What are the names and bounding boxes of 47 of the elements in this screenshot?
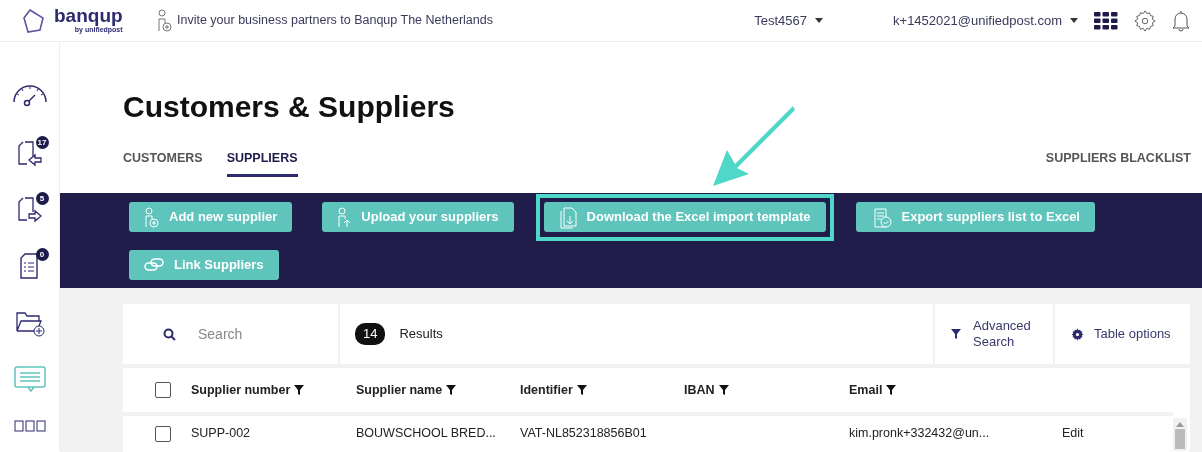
column-header[interactable]: Email: [849, 382, 883, 397]
filter-icon[interactable]: [294, 385, 305, 396]
bell-icon[interactable]: [1172, 9, 1190, 32]
table-cell: SUPP-002: [191, 426, 251, 441]
file-download-icon: [558, 205, 577, 229]
results-count: 14: [355, 323, 386, 345]
results-label: Results: [399, 325, 443, 344]
caret-icon: [1070, 18, 1078, 23]
row-checkbox[interactable]: [155, 425, 171, 442]
edit-link[interactable]: Edit: [1062, 426, 1084, 441]
table-cell: BOUWSCHOOL BRED...: [356, 426, 496, 441]
company-dropdown[interactable]: Test4567: [754, 10, 808, 31]
count-badge: 0: [35, 248, 49, 262]
person-upload-icon: [337, 206, 352, 228]
column-header[interactable]: Supplier name: [356, 382, 443, 397]
column-header[interactable]: Supplier number: [191, 382, 291, 397]
logo-text: banqup: [54, 5, 123, 25]
filter-icon[interactable]: [576, 385, 587, 396]
count-badge: 17: [35, 136, 49, 150]
tab[interactable]: CUSTOMERS: [123, 145, 203, 177]
blacklist-link[interactable]: SUPPLIERS BLACKLIST: [1045, 145, 1191, 177]
select-all-checkbox[interactable]: [155, 382, 171, 399]
person-add-icon: [144, 206, 159, 228]
person-add-icon: [157, 8, 173, 33]
column-header[interactable]: IBAN: [684, 382, 715, 397]
filter-icon[interactable]: [886, 385, 897, 396]
column-header[interactable]: Identifier: [520, 382, 573, 397]
search-icon: [163, 327, 176, 341]
advanced-search-link[interactable]: Advanced Search: [973, 318, 1043, 350]
page-title: Customers & Suppliers: [123, 90, 456, 123]
filter-icon[interactable]: [446, 385, 457, 396]
count-badge: 5: [35, 192, 49, 206]
table-cell: kim.pronk+332432@un...: [849, 426, 990, 441]
scrollbar[interactable]: [1173, 418, 1187, 451]
logo-icon: [22, 7, 46, 34]
gear-icon: [1071, 327, 1084, 341]
invite-link[interactable]: Invite your business partners to Banqup The Netherlands: [177, 11, 493, 30]
table-options-link[interactable]: Table options: [1094, 324, 1171, 344]
filter-icon[interactable]: [718, 385, 729, 396]
apps-grid-icon[interactable]: [1094, 11, 1118, 30]
settings-icon[interactable]: [1134, 9, 1156, 32]
filter-icon: [951, 329, 961, 339]
caret-icon: [815, 18, 824, 23]
link-icon: [144, 258, 164, 271]
table-cell: VAT-NL852318856B01: [520, 426, 647, 441]
user-dropdown[interactable]: k+1452021@unifiedpost.com: [893, 10, 1062, 31]
tab[interactable]: SUPPLIERS: [226, 145, 298, 177]
